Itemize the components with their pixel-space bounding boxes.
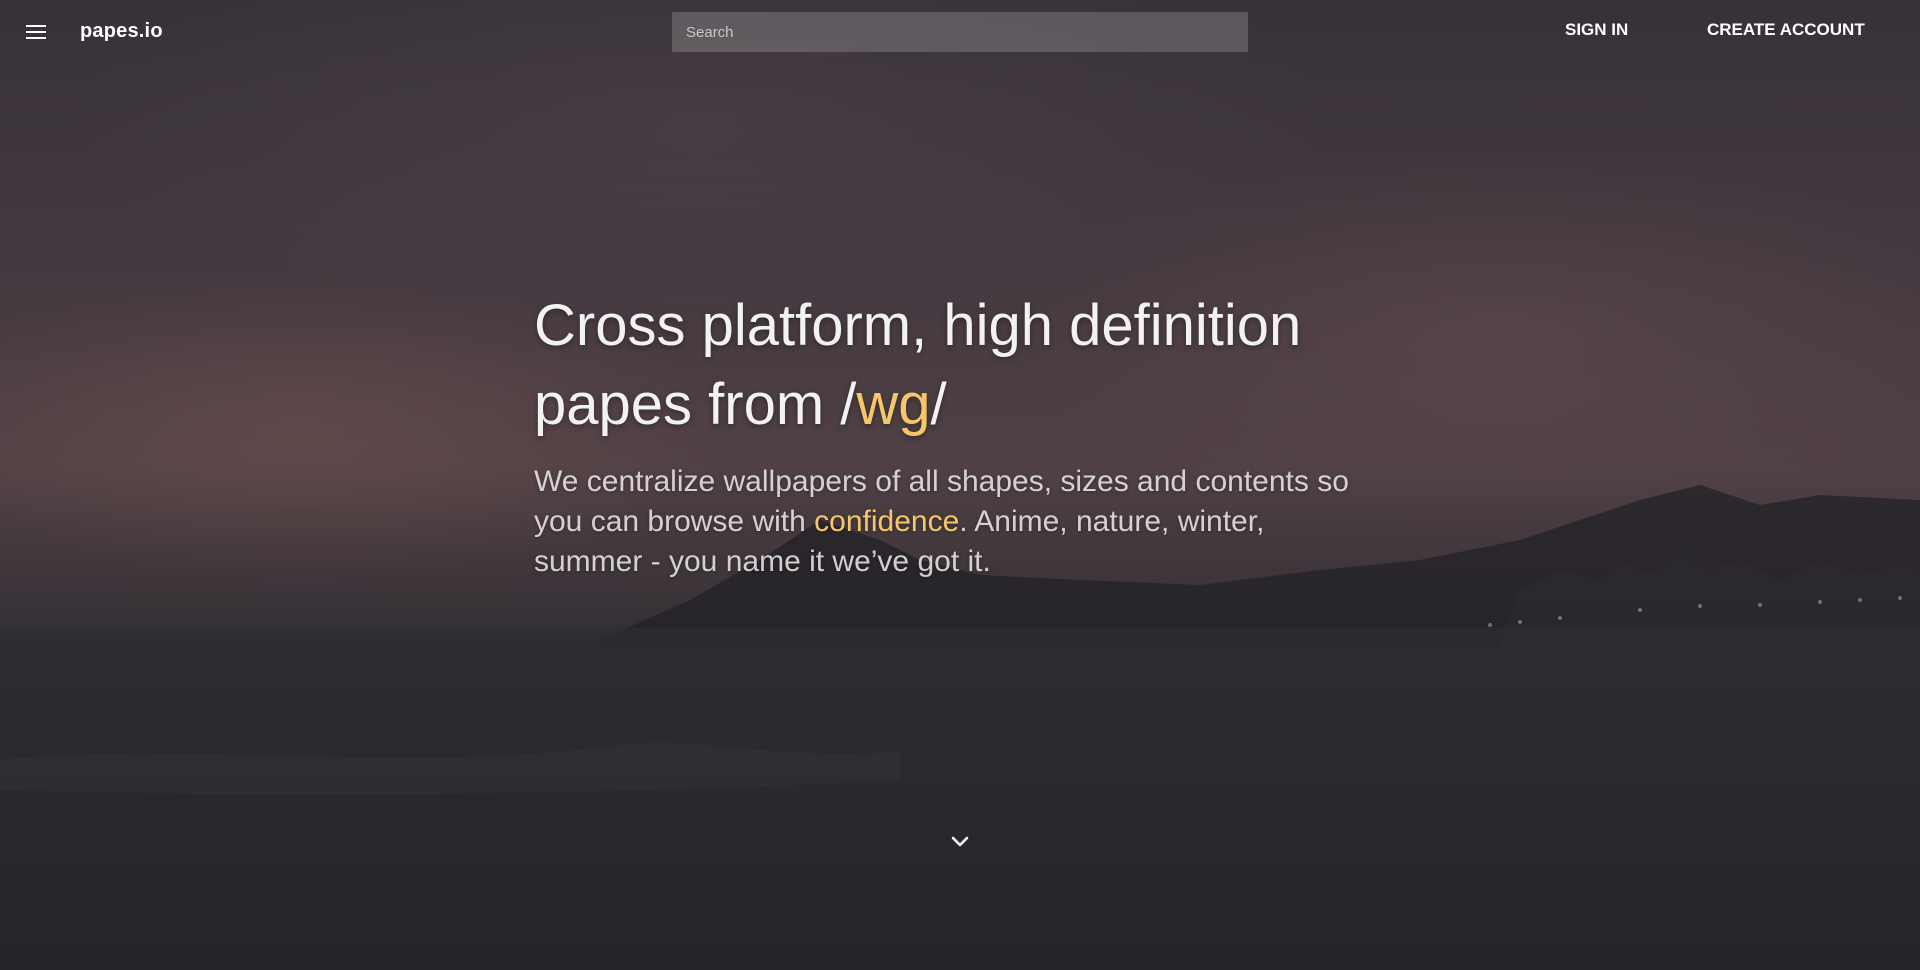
- top-navigation-bar: papes.io SIGN IN CREATE ACCOUNT: [0, 0, 1920, 64]
- sign-in-button[interactable]: SIGN IN: [1565, 20, 1628, 40]
- headline-line-1: Cross platform, high definition: [534, 293, 1302, 358]
- hero-background: papes.io SIGN IN CREATE ACCOUNT Cross pl…: [0, 0, 1920, 970]
- headline-accent: wg: [856, 372, 931, 437]
- brand-logo-text[interactable]: papes.io: [80, 20, 163, 43]
- search-input[interactable]: [672, 12, 1248, 52]
- create-account-button[interactable]: CREATE ACCOUNT: [1707, 20, 1865, 40]
- headline-line-2-suffix: /: [930, 372, 947, 437]
- headline-line-2-prefix: papes from /: [534, 372, 857, 437]
- hero-description: We centralize wallpapers of all shapes, …: [534, 462, 1354, 582]
- hero-headline: Cross platform, high definition papes fr…: [534, 286, 1394, 444]
- description-accent: confidence: [814, 505, 960, 538]
- hamburger-menu-icon[interactable]: [22, 20, 50, 44]
- chevron-down-icon[interactable]: [948, 830, 972, 854]
